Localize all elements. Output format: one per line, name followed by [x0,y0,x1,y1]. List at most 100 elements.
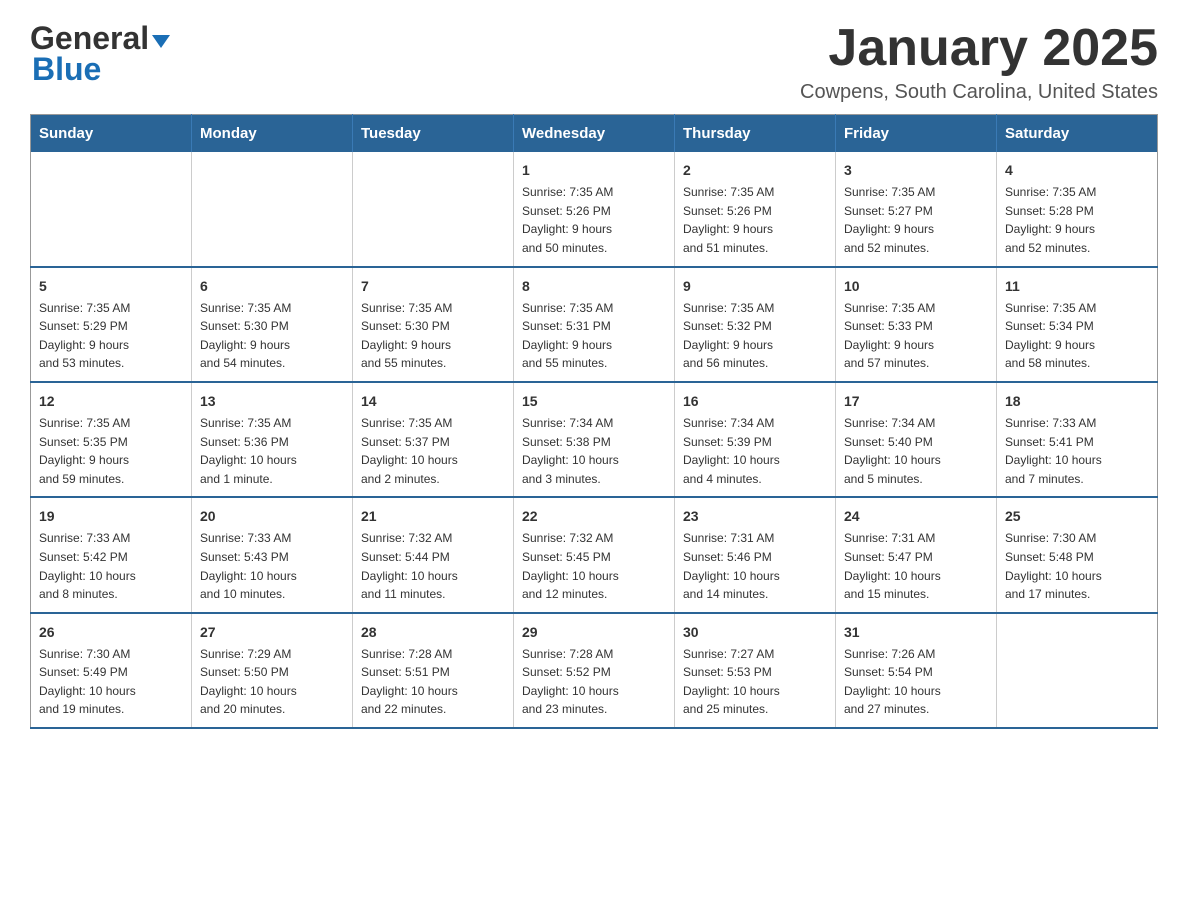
day-info: Sunrise: 7:35 AM Sunset: 5:30 PM Dayligh… [361,299,505,373]
day-info: Sunrise: 7:35 AM Sunset: 5:28 PM Dayligh… [1005,183,1149,257]
calendar-cell: 21Sunrise: 7:32 AM Sunset: 5:44 PM Dayli… [353,497,514,612]
header-cell-saturday: Saturday [997,115,1158,153]
day-number: 21 [361,506,505,527]
day-number: 23 [683,506,827,527]
header-cell-monday: Monday [192,115,353,153]
calendar-cell: 30Sunrise: 7:27 AM Sunset: 5:53 PM Dayli… [675,613,836,728]
calendar-cell: 13Sunrise: 7:35 AM Sunset: 5:36 PM Dayli… [192,382,353,497]
day-info: Sunrise: 7:35 AM Sunset: 5:26 PM Dayligh… [522,183,666,257]
calendar-cell: 4Sunrise: 7:35 AM Sunset: 5:28 PM Daylig… [997,152,1158,266]
calendar-cell: 11Sunrise: 7:35 AM Sunset: 5:34 PM Dayli… [997,267,1158,382]
calendar-cell: 8Sunrise: 7:35 AM Sunset: 5:31 PM Daylig… [514,267,675,382]
day-info: Sunrise: 7:30 AM Sunset: 5:48 PM Dayligh… [1005,529,1149,603]
day-number: 31 [844,622,988,643]
calendar-cell: 19Sunrise: 7:33 AM Sunset: 5:42 PM Dayli… [31,497,192,612]
calendar-cell: 12Sunrise: 7:35 AM Sunset: 5:35 PM Dayli… [31,382,192,497]
day-number: 17 [844,391,988,412]
calendar-cell: 28Sunrise: 7:28 AM Sunset: 5:51 PM Dayli… [353,613,514,728]
calendar-cell: 16Sunrise: 7:34 AM Sunset: 5:39 PM Dayli… [675,382,836,497]
day-number: 20 [200,506,344,527]
day-number: 13 [200,391,344,412]
day-number: 22 [522,506,666,527]
calendar-table: SundayMondayTuesdayWednesdayThursdayFrid… [30,114,1158,729]
day-number: 30 [683,622,827,643]
calendar-week-row: 5Sunrise: 7:35 AM Sunset: 5:29 PM Daylig… [31,267,1158,382]
day-info: Sunrise: 7:29 AM Sunset: 5:50 PM Dayligh… [200,645,344,719]
calendar-cell: 1Sunrise: 7:35 AM Sunset: 5:26 PM Daylig… [514,152,675,266]
day-info: Sunrise: 7:35 AM Sunset: 5:30 PM Dayligh… [200,299,344,373]
day-number: 6 [200,276,344,297]
calendar-cell: 2Sunrise: 7:35 AM Sunset: 5:26 PM Daylig… [675,152,836,266]
day-info: Sunrise: 7:27 AM Sunset: 5:53 PM Dayligh… [683,645,827,719]
day-number: 7 [361,276,505,297]
calendar-cell: 6Sunrise: 7:35 AM Sunset: 5:30 PM Daylig… [192,267,353,382]
calendar-week-row: 12Sunrise: 7:35 AM Sunset: 5:35 PM Dayli… [31,382,1158,497]
day-number: 18 [1005,391,1149,412]
day-info: Sunrise: 7:31 AM Sunset: 5:47 PM Dayligh… [844,529,988,603]
calendar-week-row: 19Sunrise: 7:33 AM Sunset: 5:42 PM Dayli… [31,497,1158,612]
day-info: Sunrise: 7:35 AM Sunset: 5:37 PM Dayligh… [361,414,505,488]
day-number: 3 [844,160,988,181]
calendar-cell: 10Sunrise: 7:35 AM Sunset: 5:33 PM Dayli… [836,267,997,382]
calendar-cell [997,613,1158,728]
day-info: Sunrise: 7:35 AM Sunset: 5:36 PM Dayligh… [200,414,344,488]
day-info: Sunrise: 7:35 AM Sunset: 5:29 PM Dayligh… [39,299,183,373]
calendar-cell: 17Sunrise: 7:34 AM Sunset: 5:40 PM Dayli… [836,382,997,497]
day-number: 11 [1005,276,1149,297]
day-number: 1 [522,160,666,181]
calendar-cell: 22Sunrise: 7:32 AM Sunset: 5:45 PM Dayli… [514,497,675,612]
day-number: 26 [39,622,183,643]
calendar-cell [353,152,514,266]
day-number: 16 [683,391,827,412]
day-number: 15 [522,391,666,412]
title-area: January 2025 Cowpens, South Carolina, Un… [800,20,1158,104]
header-cell-tuesday: Tuesday [353,115,514,153]
calendar-cell: 29Sunrise: 7:28 AM Sunset: 5:52 PM Dayli… [514,613,675,728]
day-info: Sunrise: 7:35 AM Sunset: 5:34 PM Dayligh… [1005,299,1149,373]
day-info: Sunrise: 7:31 AM Sunset: 5:46 PM Dayligh… [683,529,827,603]
day-info: Sunrise: 7:33 AM Sunset: 5:43 PM Dayligh… [200,529,344,603]
header-cell-sunday: Sunday [31,115,192,153]
day-info: Sunrise: 7:35 AM Sunset: 5:35 PM Dayligh… [39,414,183,488]
calendar-cell: 20Sunrise: 7:33 AM Sunset: 5:43 PM Dayli… [192,497,353,612]
day-info: Sunrise: 7:30 AM Sunset: 5:49 PM Dayligh… [39,645,183,719]
calendar-cell: 15Sunrise: 7:34 AM Sunset: 5:38 PM Dayli… [514,382,675,497]
day-number: 29 [522,622,666,643]
calendar-cell: 25Sunrise: 7:30 AM Sunset: 5:48 PM Dayli… [997,497,1158,612]
day-number: 8 [522,276,666,297]
logo-blue: Blue [32,57,101,83]
day-info: Sunrise: 7:35 AM Sunset: 5:31 PM Dayligh… [522,299,666,373]
calendar-cell: 18Sunrise: 7:33 AM Sunset: 5:41 PM Dayli… [997,382,1158,497]
day-info: Sunrise: 7:28 AM Sunset: 5:52 PM Dayligh… [522,645,666,719]
calendar-cell: 5Sunrise: 7:35 AM Sunset: 5:29 PM Daylig… [31,267,192,382]
day-number: 27 [200,622,344,643]
calendar-cell: 3Sunrise: 7:35 AM Sunset: 5:27 PM Daylig… [836,152,997,266]
calendar-cell: 24Sunrise: 7:31 AM Sunset: 5:47 PM Dayli… [836,497,997,612]
day-info: Sunrise: 7:34 AM Sunset: 5:39 PM Dayligh… [683,414,827,488]
logo-triangle-icon [152,35,170,48]
day-info: Sunrise: 7:34 AM Sunset: 5:40 PM Dayligh… [844,414,988,488]
day-info: Sunrise: 7:32 AM Sunset: 5:44 PM Dayligh… [361,529,505,603]
calendar-header-row: SundayMondayTuesdayWednesdayThursdayFrid… [31,115,1158,153]
calendar-cell [192,152,353,266]
day-number: 25 [1005,506,1149,527]
calendar-cell: 27Sunrise: 7:29 AM Sunset: 5:50 PM Dayli… [192,613,353,728]
calendar-cell [31,152,192,266]
calendar-cell: 31Sunrise: 7:26 AM Sunset: 5:54 PM Dayli… [836,613,997,728]
calendar-week-row: 1Sunrise: 7:35 AM Sunset: 5:26 PM Daylig… [31,152,1158,266]
day-info: Sunrise: 7:35 AM Sunset: 5:33 PM Dayligh… [844,299,988,373]
header-cell-thursday: Thursday [675,115,836,153]
day-info: Sunrise: 7:35 AM Sunset: 5:27 PM Dayligh… [844,183,988,257]
header: General Blue January 2025 Cowpens, South… [30,20,1158,104]
month-title: January 2025 [800,20,1158,77]
day-info: Sunrise: 7:33 AM Sunset: 5:41 PM Dayligh… [1005,414,1149,488]
calendar-cell: 9Sunrise: 7:35 AM Sunset: 5:32 PM Daylig… [675,267,836,382]
day-info: Sunrise: 7:34 AM Sunset: 5:38 PM Dayligh… [522,414,666,488]
calendar-cell: 14Sunrise: 7:35 AM Sunset: 5:37 PM Dayli… [353,382,514,497]
calendar-cell: 7Sunrise: 7:35 AM Sunset: 5:30 PM Daylig… [353,267,514,382]
calendar-cell: 23Sunrise: 7:31 AM Sunset: 5:46 PM Dayli… [675,497,836,612]
day-info: Sunrise: 7:32 AM Sunset: 5:45 PM Dayligh… [522,529,666,603]
day-number: 28 [361,622,505,643]
header-cell-wednesday: Wednesday [514,115,675,153]
day-info: Sunrise: 7:33 AM Sunset: 5:42 PM Dayligh… [39,529,183,603]
